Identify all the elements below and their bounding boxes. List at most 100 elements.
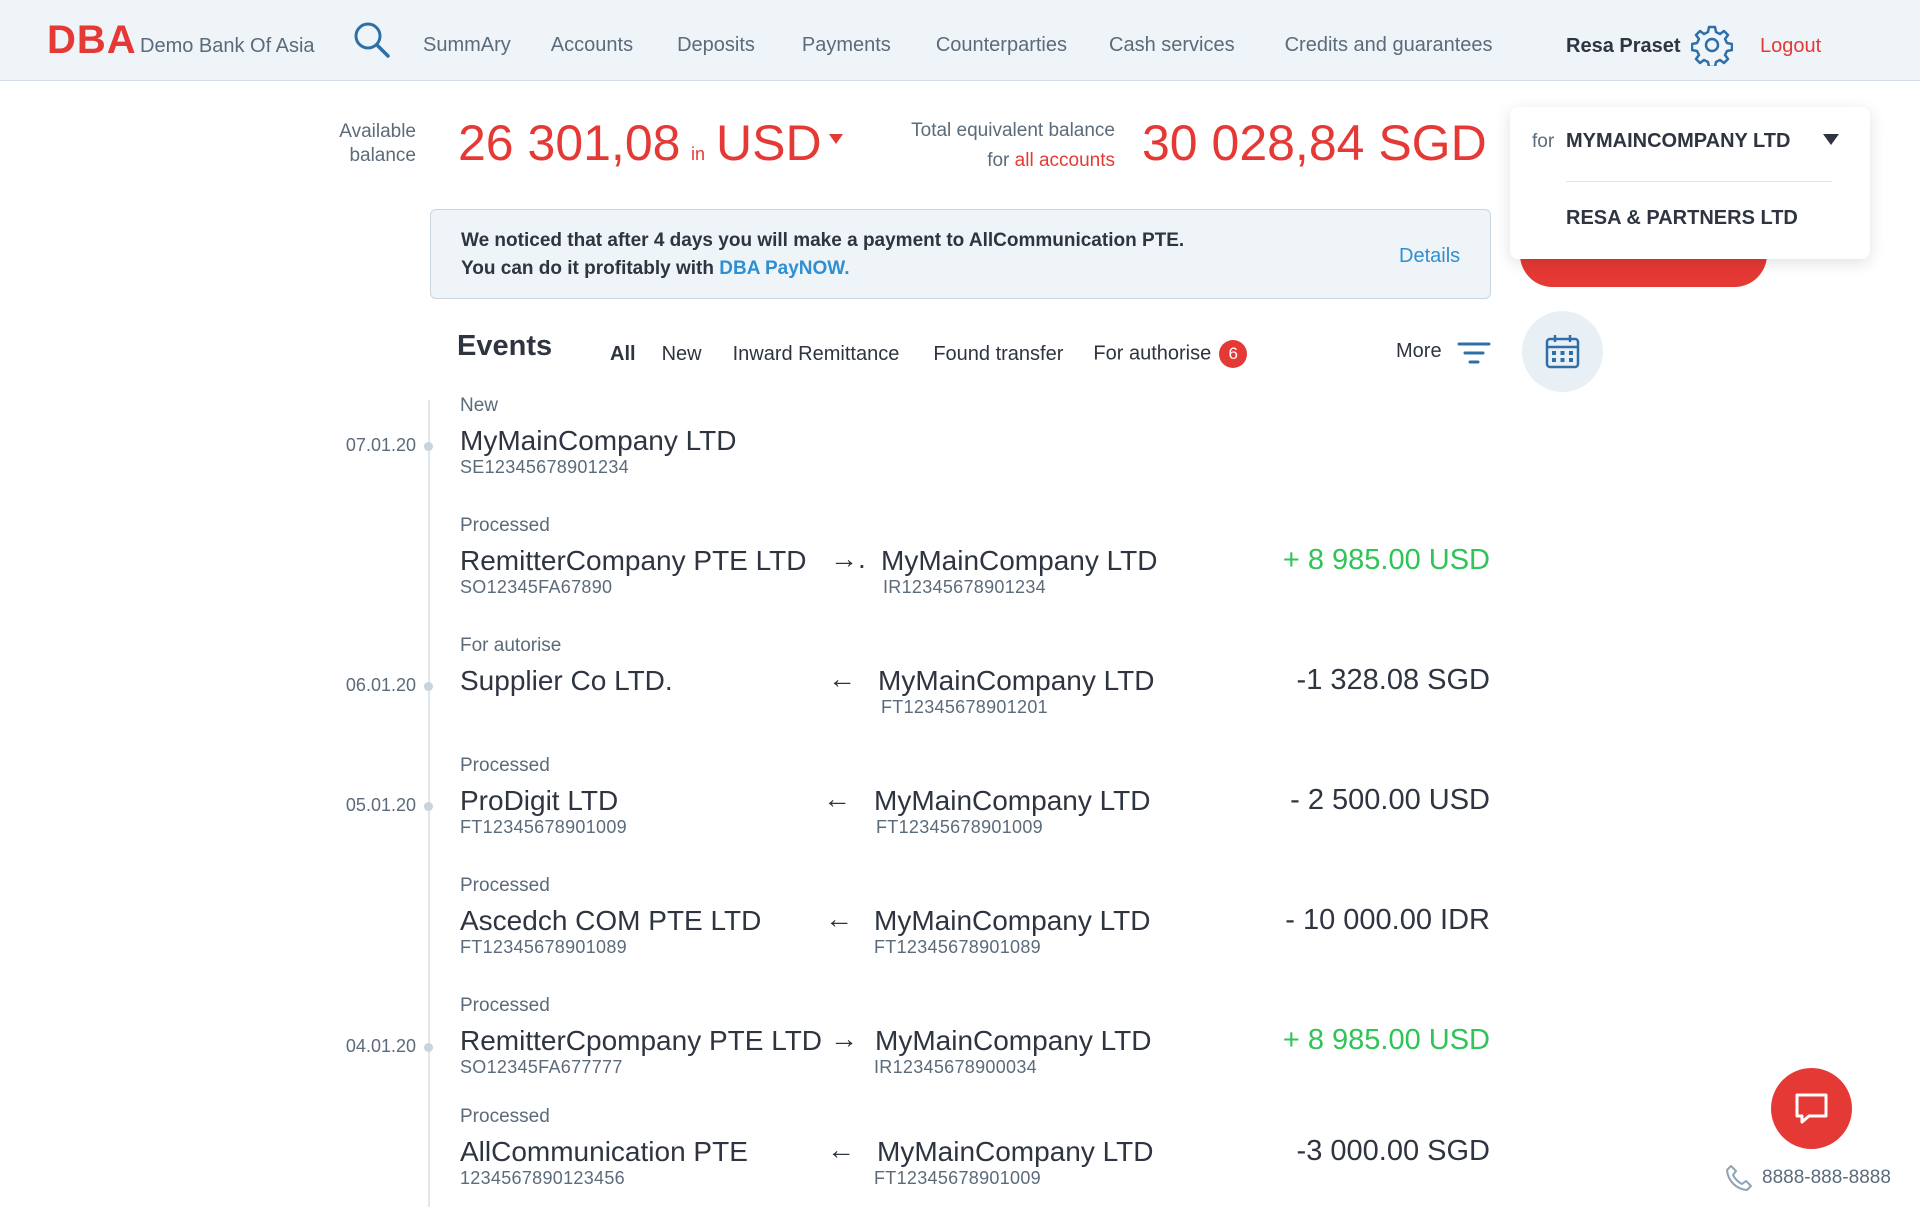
filter-for-authorise[interactable]: For authorise 6 xyxy=(1093,340,1248,368)
company-dropdown: for MYMAINCOMPANY LTD RESA & PARTNERS LT… xyxy=(1510,107,1870,259)
filter-found-transfer[interactable]: Found transfer xyxy=(933,343,1063,366)
dropdown-for-label: for xyxy=(1532,131,1555,152)
timeline-date: 06.01.20 xyxy=(345,675,416,695)
timeline-dot xyxy=(424,442,433,451)
main-nav: SummAry Accounts Deposits Payments Count… xyxy=(423,34,1493,57)
user-name[interactable]: Resa Praset xyxy=(1566,35,1681,58)
in-label: in xyxy=(691,144,706,164)
total-balance-label-line1: Total equivalent balance xyxy=(911,120,1115,141)
company-option[interactable]: RESA & PARTNERS LTD xyxy=(1566,207,1798,230)
phone-icon xyxy=(1724,1163,1754,1193)
event-amount: -3 000.00 SGD xyxy=(1296,1135,1490,1167)
timeline-date: 05.01.20 xyxy=(345,795,416,815)
event-name: RemitterCompany PTE LTD xyxy=(460,545,807,576)
event-counterparty: MyMainCompany LTD xyxy=(875,1025,1152,1056)
timeline-dot xyxy=(424,682,433,691)
event-account: FT12345678901009 xyxy=(460,817,627,837)
search-icon[interactable] xyxy=(352,20,392,60)
event-counterparty-account: IR12345678900034 xyxy=(874,1057,1037,1077)
event-account: SE12345678901234 xyxy=(460,457,629,477)
logout-link[interactable]: Logout xyxy=(1760,35,1821,58)
event-status: Processed xyxy=(460,755,550,776)
events-title: Events xyxy=(457,330,553,362)
event-name: Ascedch COM PTE LTD xyxy=(460,905,762,936)
timeline-dot xyxy=(424,802,433,811)
event-name: MyMainCompany LTD xyxy=(460,425,737,456)
event-counterparty: MyMainCompany LTD xyxy=(878,665,1155,696)
payment-notice: We noticed that after 4 days you will ma… xyxy=(430,209,1491,299)
nav-deposits[interactable]: Deposits xyxy=(677,34,755,57)
nav-credits-guarantees[interactable]: Credits and guarantees xyxy=(1285,34,1493,57)
caret-down-icon[interactable] xyxy=(1823,134,1839,145)
event-name: AllCommunication PTE xyxy=(460,1136,748,1167)
calendar-icon[interactable] xyxy=(1522,311,1603,392)
event-status: Processed xyxy=(460,995,550,1016)
event-counterparty-account: FT12345678901009 xyxy=(874,1168,1041,1188)
event-account: SO12345FA677777 xyxy=(460,1057,623,1077)
event-counterparty-account: IR12345678901234 xyxy=(883,577,1046,597)
event-counterparty: MyMainCompany LTD xyxy=(877,1136,1154,1167)
more-button[interactable]: More xyxy=(1396,340,1442,363)
event-amount: - 2 500.00 USD xyxy=(1290,784,1490,816)
support-phone[interactable]: 8888-888-8888 xyxy=(1762,1167,1891,1189)
filter-new[interactable]: New xyxy=(662,343,702,366)
timeline-dot xyxy=(424,1043,433,1052)
nav-summary[interactable]: SummAry xyxy=(423,34,511,57)
nav-accounts[interactable]: Accounts xyxy=(551,34,633,57)
nav-cash-services[interactable]: Cash services xyxy=(1109,34,1235,57)
event-counterparty-account: FT12345678901201 xyxy=(881,697,1048,717)
event-counterparty: MyMainCompany LTD xyxy=(874,905,1151,936)
event-status: Processed xyxy=(460,515,550,536)
nav-counterparties[interactable]: Counterparties xyxy=(936,34,1067,57)
event-name: ProDigit LTD xyxy=(460,785,619,816)
caret-down-icon[interactable] xyxy=(829,134,843,144)
arrow-left-icon: ← xyxy=(828,663,856,694)
event-amount: -1 328.08 SGD xyxy=(1296,664,1490,696)
total-balance-amount: 30 028,84 SGD xyxy=(1142,115,1487,171)
bank-name: Demo Bank Of Asia xyxy=(140,35,315,57)
arrow-right-icon: →. xyxy=(830,543,866,574)
gear-icon[interactable] xyxy=(1690,24,1734,69)
event-account: 1234567890123456 xyxy=(460,1168,625,1188)
arrow-left-icon: ← xyxy=(825,903,853,934)
event-amount: + 8 985.00 USD xyxy=(1282,1024,1490,1056)
nav-payments[interactable]: Payments xyxy=(802,34,891,57)
event-counterparty-account: FT12345678901009 xyxy=(876,817,1043,837)
arrow-left-icon: ← xyxy=(823,783,851,814)
notice-details-link[interactable]: Details xyxy=(1399,245,1460,268)
dropdown-divider xyxy=(1566,181,1832,182)
event-account: SO12345FA67890 xyxy=(460,577,613,597)
event-counterparty: MyMainCompany LTD xyxy=(874,785,1151,816)
bank-logo[interactable]: DBA xyxy=(47,18,137,63)
notice-text: We noticed that after 4 days you will ma… xyxy=(461,227,1211,283)
event-status: For autorise xyxy=(460,635,562,656)
available-balance-amount: 26 301,08 xyxy=(458,115,681,171)
paynow-link[interactable]: DBA PayNOW. xyxy=(719,258,849,279)
event-name: Supplier Co LTD. xyxy=(460,665,673,696)
authorise-count-badge: 6 xyxy=(1219,340,1248,368)
chat-icon[interactable] xyxy=(1771,1068,1852,1149)
event-amount: - 10 000.00 IDR xyxy=(1285,904,1490,936)
filter-for-authorise-label: For authorise xyxy=(1093,342,1212,365)
filter-inward-remittance[interactable]: Inward Remittance xyxy=(733,343,900,366)
event-status: New xyxy=(460,395,499,416)
filter-all[interactable]: All xyxy=(610,343,636,366)
selected-company[interactable]: MYMAINCOMPANY LTD xyxy=(1566,130,1790,153)
event-filters: All New Inward Remittance Found transfer… xyxy=(610,340,1248,368)
event-name: RemitterCpompany PTE LTD xyxy=(460,1025,823,1056)
top-header: DBA Demo Bank Of Asia SummAry Accounts D… xyxy=(0,0,1920,81)
event-amount: + 8 985.00 USD xyxy=(1282,544,1490,576)
arrow-left-icon: ← xyxy=(827,1134,855,1165)
event-counterparty-account: FT12345678901089 xyxy=(874,937,1041,957)
total-for-label: for xyxy=(987,150,1010,171)
event-counterparty: MyMainCompany LTD xyxy=(881,545,1158,576)
arrow-right-icon: → xyxy=(830,1023,858,1054)
currency-select[interactable]: USD xyxy=(716,114,822,172)
event-account: FT12345678901089 xyxy=(460,937,627,957)
filter-icon[interactable] xyxy=(1456,339,1492,367)
all-accounts-link[interactable]: all accounts xyxy=(1015,150,1115,171)
event-status: Processed xyxy=(460,875,550,896)
timeline-date: 04.01.20 xyxy=(345,1036,416,1056)
total-balance-label: Total equivalent balance for all account… xyxy=(860,116,1115,176)
event-status: Processed xyxy=(460,1106,550,1127)
